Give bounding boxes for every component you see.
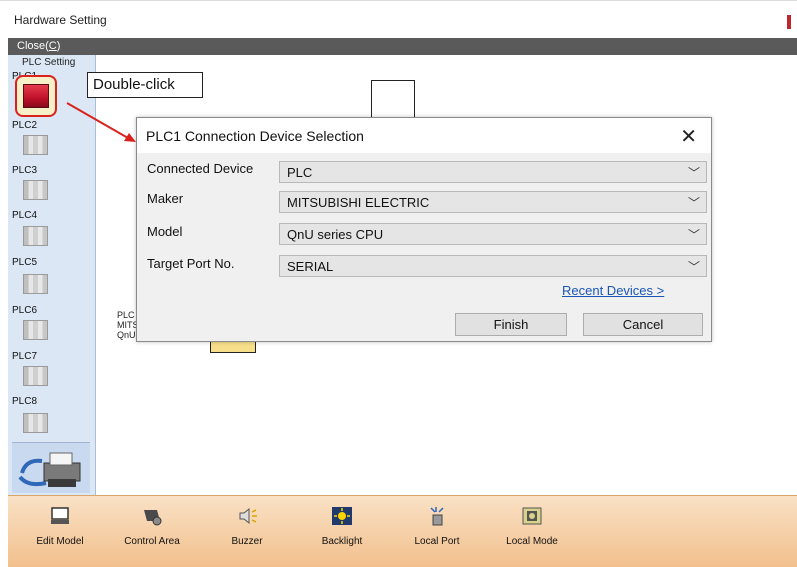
plc2-icon[interactable]	[23, 135, 48, 155]
background-box	[371, 80, 415, 117]
close-shortcut: C	[48, 40, 57, 52]
printer-setting-button[interactable]	[12, 442, 90, 493]
edit-model-button[interactable]: Edit Model	[18, 506, 102, 547]
plc5-label: PLC5	[12, 257, 38, 268]
plc6-icon[interactable]	[23, 320, 48, 340]
local-port-button[interactable]: Local Port	[395, 506, 479, 547]
control-area-button[interactable]: Control Area	[110, 506, 194, 547]
gear-device-icon	[144, 510, 162, 526]
background-plc-label: PLC	[117, 310, 135, 320]
connection-device-dialog: PLC1 Connection Device Selection ✕ Conne…	[136, 117, 712, 342]
chevron-down-icon: ﹀	[687, 196, 700, 210]
printer-icon	[18, 452, 81, 487]
plc7-icon[interactable]	[23, 366, 48, 386]
port-icon	[430, 507, 444, 526]
model-label: Model	[147, 224, 183, 239]
model-value: QnU series CPU	[287, 227, 384, 242]
plc-setting-header: PLC Setting	[22, 57, 76, 68]
red-indicator	[787, 15, 791, 29]
edit-model-label: Edit Model	[36, 536, 84, 547]
menu-bar: Close(C)	[8, 38, 797, 55]
connected-device-select[interactable]: PLC ﹀	[279, 161, 707, 183]
close-menu-item[interactable]: Close(C)	[17, 40, 60, 52]
chevron-down-icon: ﹀	[687, 228, 700, 242]
close-label: Close(	[17, 40, 49, 52]
maker-select[interactable]: MITSUBISHI ELECTRIC ﹀	[279, 191, 707, 213]
connected-device-value: PLC	[287, 165, 313, 180]
window-title: Hardware Setting	[14, 13, 107, 27]
dialog-title: PLC1 Connection Device Selection	[146, 128, 364, 144]
connected-device-label: Connected Device	[147, 161, 254, 176]
local-mode-label: Local Mode	[506, 536, 558, 547]
plc8-icon[interactable]	[23, 413, 48, 433]
chevron-down-icon: ﹀	[687, 260, 700, 274]
plc4-label: PLC4	[12, 210, 38, 221]
maker-value: MITSUBISHI ELECTRIC	[287, 195, 430, 210]
plc6-label: PLC6	[12, 305, 38, 316]
window-titlebar: Hardware Setting	[0, 0, 797, 38]
backlight-button[interactable]: Backlight	[300, 506, 384, 547]
target-port-label: Target Port No.	[147, 256, 235, 271]
monitor-icon	[51, 507, 69, 524]
plc1-button[interactable]	[15, 75, 57, 117]
cancel-button[interactable]: Cancel	[583, 313, 703, 336]
local-mode-button[interactable]: Local Mode	[490, 506, 574, 547]
close-icon[interactable]: ✕	[680, 124, 697, 149]
plc3-label: PLC3	[12, 165, 38, 176]
control-area-label: Control Area	[124, 536, 180, 547]
finish-button[interactable]: Finish	[455, 313, 567, 336]
plc-red-icon	[23, 84, 49, 108]
plc-setting-panel: PLC Setting PLC1 PLC2 PLC3 PLC4 PLC5 PLC…	[8, 55, 96, 495]
recent-devices-link[interactable]: Recent Devices >	[562, 283, 664, 298]
buzzer-label: Buzzer	[231, 536, 263, 547]
local-port-label: Local Port	[414, 536, 460, 547]
sun-icon	[332, 507, 352, 525]
plc5-icon[interactable]	[23, 274, 48, 294]
target-port-select[interactable]: SERIAL ﹀	[279, 255, 707, 277]
backlight-label: Backlight	[321, 536, 363, 547]
plc4-icon[interactable]	[23, 226, 48, 246]
plc3-icon[interactable]	[23, 180, 48, 200]
plc7-label: PLC7	[12, 351, 38, 362]
bottom-toolbar: Edit Model Control Area Buzzer Backlight…	[8, 495, 797, 567]
model-select[interactable]: QnU series CPU ﹀	[279, 223, 707, 245]
maker-label: Maker	[147, 191, 184, 206]
chevron-down-icon: ﹀	[687, 166, 700, 180]
close-label-end: )	[56, 40, 61, 52]
buzzer-button[interactable]: Buzzer	[205, 506, 289, 547]
double-click-callout: Double-click	[87, 72, 203, 98]
plc8-label: PLC8	[12, 396, 38, 407]
target-port-value: SERIAL	[287, 259, 334, 274]
plc2-label: PLC2	[12, 120, 38, 131]
mode-icon	[522, 507, 542, 525]
dialog-titlebar: PLC1 Connection Device Selection ✕	[137, 118, 711, 153]
speaker-icon	[239, 507, 257, 525]
